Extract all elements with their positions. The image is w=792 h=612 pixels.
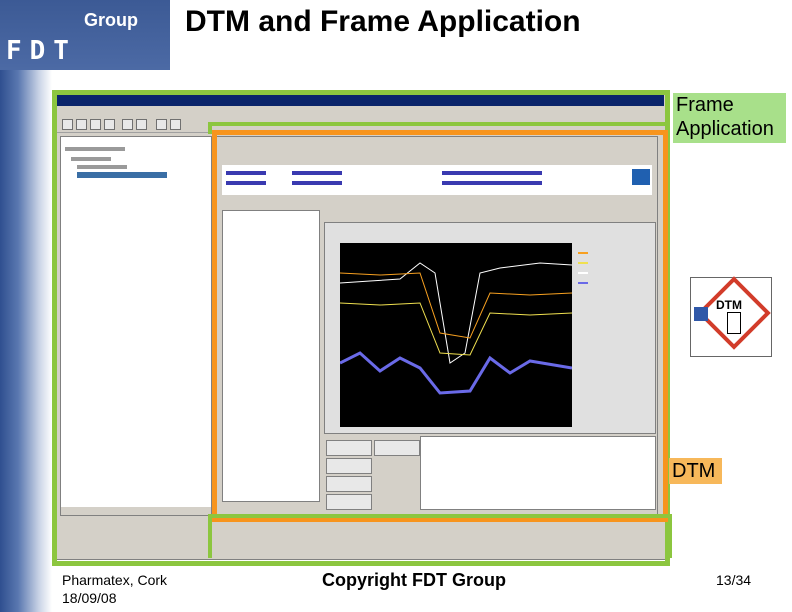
footer-copyright: Copyright FDT Group: [322, 570, 506, 590]
footer-date: 18/09/08: [62, 590, 117, 606]
slide-title: DTM and Frame Application: [185, 5, 581, 38]
fdt-logo: FDT: [6, 36, 77, 66]
dtm-highlight: [212, 130, 668, 522]
frame-application-highlight-bottom: [208, 514, 672, 558]
dtm-icon-label: DTM: [716, 298, 742, 312]
decorative-strip: [0, 70, 52, 612]
frame-application-label: Frame Application: [673, 93, 786, 143]
footer-location: Pharmatex, Cork: [62, 572, 168, 588]
page-number: 13/34: [716, 572, 752, 588]
dtm-connector-icon: [694, 307, 708, 321]
brand-group-text: Group: [84, 10, 138, 30]
dtm-label: DTM: [669, 458, 722, 484]
dtm-device-icon: [727, 312, 741, 334]
